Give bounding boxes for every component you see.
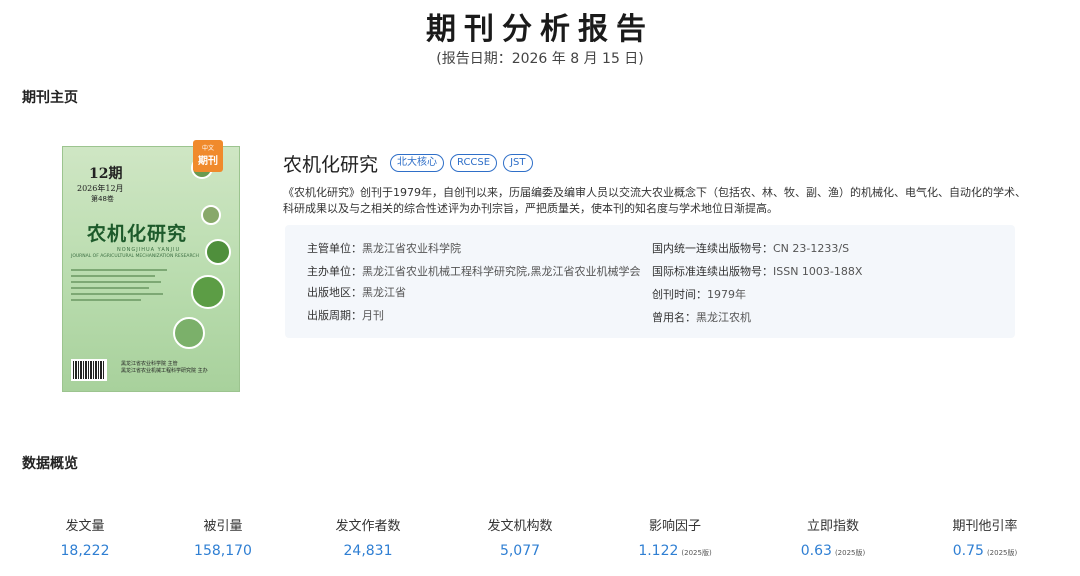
info-issn: 国际标准连续出版物号：ISSN 1003-188X [652, 265, 863, 278]
cover-issue: 12期 [89, 166, 123, 182]
cover-journal-name: 农机化研究 [87, 223, 188, 245]
stat-version: (2025版) [986, 549, 1018, 557]
cover-text-line [71, 287, 149, 289]
journal-cover: 12期 2026年12月 第48卷 农机化研究 NONGJIHUA YANJIU… [62, 146, 240, 392]
stat-version: (2025版) [681, 549, 712, 557]
stat-value[interactable]: 0.75 [953, 543, 984, 559]
stat-item: 发文作者数 24,831 [298, 515, 438, 559]
cover-text-line [71, 281, 161, 283]
stat-value[interactable]: 18,222 [61, 543, 110, 559]
stat-item: 发文量 18,222 [15, 515, 155, 559]
stat-item: 期刊他引率 0.75 (2025版) [915, 515, 1055, 559]
cover-badge: 中文 期刊 [193, 140, 223, 172]
stat-label: 影响因子 [648, 519, 701, 534]
tag-jst[interactable]: JST [503, 154, 533, 172]
tag-rccse[interactable]: RCCSE [450, 154, 498, 172]
stat-version: (2025版) [834, 549, 866, 557]
section-title-data-overview: 数据概览 [22, 456, 78, 472]
stat-label: 发文量 [65, 519, 105, 534]
cover-publisher: 黑龙江省农业科学院 主管 黑龙江省农业机械工程科学研究院 主办 [121, 361, 208, 374]
report-date: (报告日期：2026 年 8 月 15 日) [436, 51, 644, 67]
stat-label: 被引量 [203, 519, 243, 534]
cover-text-line [71, 299, 141, 301]
info-sponsor: 主办单位：黑龙江省农业机械工程科学研究院,黑龙江省农业机械学会 [307, 265, 641, 278]
cover-photo-circle [205, 239, 231, 265]
info-supervisor: 主管单位：黑龙江省农业科学院 [307, 242, 461, 255]
stat-value[interactable]: 5,077 [500, 543, 540, 559]
stat-value[interactable]: 0.63 [801, 543, 832, 559]
info-former-name: 曾用名：黑龙江农机 [652, 311, 751, 324]
stat-label: 期刊他引率 [952, 519, 1018, 534]
info-period: 出版周期：月刊 [307, 309, 384, 322]
cover-issue-date: 2026年12月 [77, 184, 124, 193]
stat-value[interactable]: 1.122 [638, 543, 678, 559]
stat-item: 被引量 158,170 [153, 515, 293, 559]
stat-label: 发文机构数 [487, 519, 553, 534]
stat-value[interactable]: 158,170 [194, 543, 252, 559]
cover-text-line [71, 293, 163, 295]
cover-text-line [71, 275, 155, 277]
cover-issue-vol: 第48卷 [91, 195, 114, 203]
cover-english-title: JOURNAL OF AGRICULTURAL MECHANIZATION RE… [71, 254, 199, 259]
tag-pku-core[interactable]: 北大核心 [390, 154, 444, 172]
cover-photo-circle [191, 275, 225, 309]
barcode-icon [71, 359, 107, 381]
stat-item: 立即指数 0.63 (2025版) [763, 515, 903, 559]
cover-photo-circle [201, 205, 221, 225]
journal-tags: 北大核心 RCCSE JST [390, 154, 533, 172]
info-cn: 国内统一连续出版物号：CN 23-1233/S [652, 242, 850, 255]
stat-label: 发文作者数 [335, 519, 401, 534]
info-region: 出版地区：黑龙江省 [307, 286, 406, 299]
stat-item: 影响因子 1.122 (2025版) [605, 515, 745, 559]
stat-label: 立即指数 [806, 519, 859, 534]
report-title: 期刊分析报告 [426, 12, 654, 47]
cover-photo-circle [173, 317, 205, 349]
stat-item: 发文机构数 5,077 [450, 515, 590, 559]
cover-pinyin: NONGJIHUA YANJIU [117, 247, 181, 253]
journal-description: 《农机化研究》创刊于1979年，自创刊以来，历届编委及编审人员以交流大农业概念下… [283, 186, 1026, 215]
journal-name: 农机化研究 [283, 154, 379, 176]
info-founded: 创刊时间：1979年 [652, 288, 746, 301]
cover-text-line [71, 269, 167, 271]
journal-info-panel: 主管单位：黑龙江省农业科学院 主办单位：黑龙江省农业机械工程科学研究院,黑龙江省… [285, 225, 1015, 338]
section-title-journal-home: 期刊主页 [22, 90, 78, 106]
stat-value[interactable]: 24,831 [344, 543, 393, 559]
